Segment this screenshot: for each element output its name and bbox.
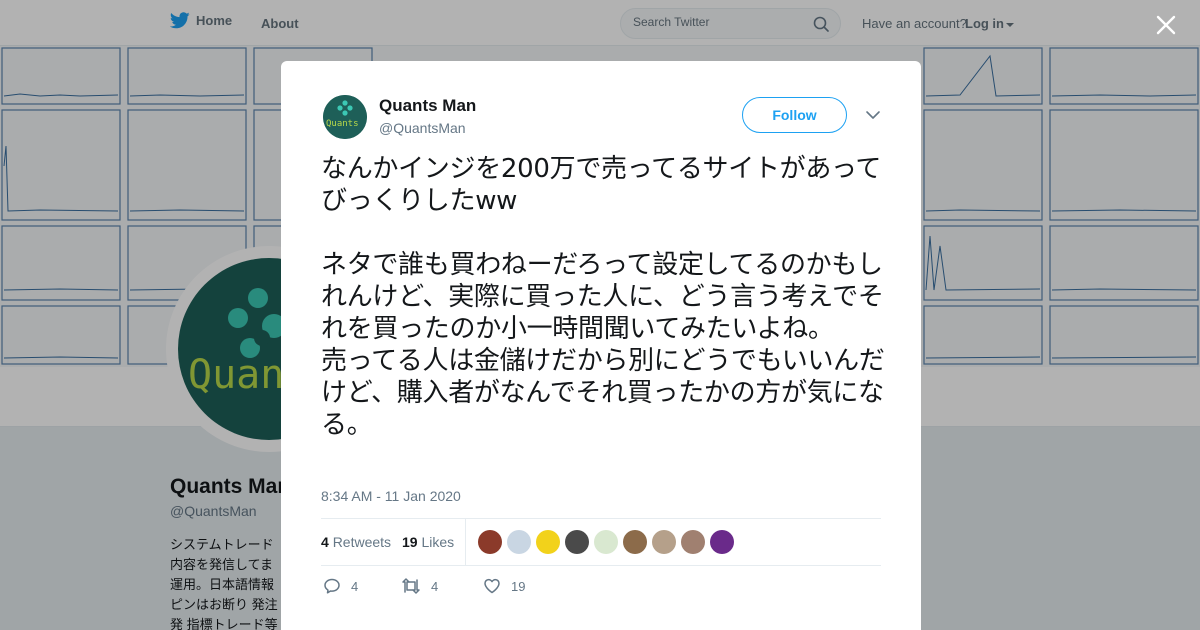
likes-count: 19 xyxy=(402,534,418,550)
retweet-count: 4 xyxy=(431,578,439,594)
likes-stat[interactable]: 19 Likes xyxy=(402,534,454,550)
tweet-actions: 4 4 19 xyxy=(323,577,883,597)
retweets-count: 4 xyxy=(321,534,329,550)
author-handle[interactable]: @QuantsMan xyxy=(379,120,466,136)
retweets-label: Retweets xyxy=(332,534,392,550)
liker-avatar[interactable] xyxy=(623,530,647,554)
liker-avatar[interactable] xyxy=(536,530,560,554)
chevron-down-icon[interactable] xyxy=(865,109,881,121)
stats-divider xyxy=(465,519,466,566)
reply-icon xyxy=(324,578,340,594)
tweet-modal: Quants Quants Man @QuantsMan Follow なんかイ… xyxy=(281,61,921,630)
reply-action[interactable]: 4 xyxy=(323,577,358,595)
heart-icon xyxy=(484,578,500,594)
retweet-action[interactable]: 4 xyxy=(401,577,438,595)
retweet-icon xyxy=(402,578,420,594)
reply-count: 4 xyxy=(351,578,359,594)
liker-avatar[interactable] xyxy=(652,530,676,554)
like-action[interactable]: 19 xyxy=(483,577,525,595)
liker-avatar[interactable] xyxy=(507,530,531,554)
liker-avatars xyxy=(478,530,734,554)
liker-avatar[interactable] xyxy=(594,530,618,554)
likes-label: Likes xyxy=(421,534,455,550)
tweet-timestamp[interactable]: 8:34 AM - 11 Jan 2020 xyxy=(321,488,461,504)
liker-avatar[interactable] xyxy=(710,530,734,554)
liker-avatar[interactable] xyxy=(478,530,502,554)
liker-avatar[interactable] xyxy=(565,530,589,554)
quants-logo-icon: Quants xyxy=(323,95,367,139)
retweets-stat[interactable]: 4 Retweets xyxy=(321,534,391,550)
follow-button[interactable]: Follow xyxy=(742,97,847,133)
liker-avatar[interactable] xyxy=(681,530,705,554)
author-name[interactable]: Quants Man xyxy=(379,96,476,116)
like-count: 19 xyxy=(511,578,526,594)
tweet-stats: 4 Retweets 19 Likes xyxy=(321,518,881,566)
svg-text:Quants: Quants xyxy=(326,119,359,129)
close-icon[interactable] xyxy=(1153,12,1179,38)
tweet-text: なんかインジを200万で売ってるサイトがあってびっくりしたww ネタで誰も買わね… xyxy=(321,154,885,440)
author-avatar[interactable]: Quants xyxy=(323,95,367,139)
